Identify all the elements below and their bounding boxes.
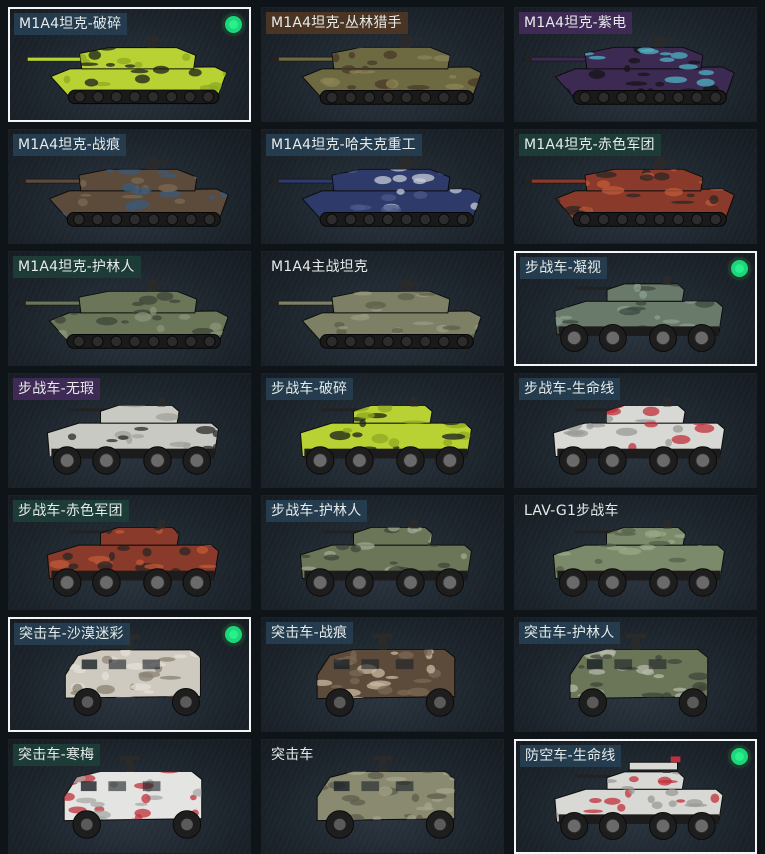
- skin-tile[interactable]: M1A4坦克-破碎: [8, 7, 251, 122]
- skin-tile[interactable]: M1A4坦克-哈夫克重工: [261, 129, 504, 244]
- skin-name: 步战车-生命线: [519, 378, 621, 400]
- skin-tile[interactable]: 突击车: [261, 739, 504, 854]
- skin-name: 步战车-凝视: [520, 257, 608, 279]
- skin-tile[interactable]: M1A4坦克-护林人: [8, 251, 251, 366]
- skin-tile[interactable]: M1A4坦克-战痕: [8, 129, 251, 244]
- skin-name: M1A4坦克-哈夫克重工: [266, 134, 422, 156]
- equipped-indicator-icon: [225, 16, 242, 33]
- skin-name: 突击车-战痕: [266, 622, 354, 644]
- skin-name: 突击车: [271, 747, 314, 763]
- skin-grid: M1A4坦克-破碎 M1A4坦克-丛林猎手 M1A4坦克-紫电 M1A4坦克-战痕 M1…: [0, 0, 765, 854]
- skin-tile[interactable]: 突击车-沙漠迷彩: [8, 617, 251, 732]
- skin-name: 突击车-沙漠迷彩: [14, 623, 130, 645]
- equipped-indicator-icon: [225, 626, 242, 643]
- skin-name: 步战车-赤色军团: [13, 500, 129, 522]
- skin-tile[interactable]: M1A4坦克-紫电: [514, 7, 757, 122]
- skin-tile[interactable]: 突击车-寒梅: [8, 739, 251, 854]
- skin-name: M1A4主战坦克: [271, 259, 369, 275]
- skin-name: 步战车-破碎: [266, 378, 354, 400]
- skin-tile[interactable]: 步战车-护林人: [261, 495, 504, 610]
- skin-name: M1A4坦克-战痕: [13, 134, 127, 156]
- skin-name: M1A4坦克-丛林猎手: [266, 12, 408, 34]
- skin-tile[interactable]: 突击车-战痕: [261, 617, 504, 732]
- skin-name: 防空车-生命线: [520, 745, 622, 767]
- skin-name: M1A4坦克-护林人: [13, 256, 141, 278]
- skin-name: 突击车-护林人: [519, 622, 621, 644]
- equipped-indicator-icon: [731, 260, 748, 277]
- skin-name: 步战车-护林人: [266, 500, 368, 522]
- skin-tile[interactable]: 突击车-护林人: [514, 617, 757, 732]
- skin-tile[interactable]: M1A4坦克-丛林猎手: [261, 7, 504, 122]
- skin-tile[interactable]: LAV-G1步战车: [514, 495, 757, 610]
- skin-name: LAV-G1步战车: [524, 503, 619, 519]
- skin-tile[interactable]: M1A4主战坦克: [261, 251, 504, 366]
- skin-tile[interactable]: 步战车-赤色军团: [8, 495, 251, 610]
- skin-tile[interactable]: 防空车-生命线: [514, 739, 757, 854]
- skin-tile[interactable]: 步战车-生命线: [514, 373, 757, 488]
- skin-name: 步战车-无瑕: [13, 378, 101, 400]
- skin-tile[interactable]: 步战车-破碎: [261, 373, 504, 488]
- skin-tile[interactable]: M1A4坦克-赤色军团: [514, 129, 757, 244]
- skin-name: 突击车-寒梅: [13, 744, 101, 766]
- skin-name: M1A4坦克-破碎: [14, 13, 128, 35]
- skin-tile[interactable]: 步战车-凝视: [514, 251, 757, 366]
- skin-name: M1A4坦克-赤色军团: [519, 134, 661, 156]
- skin-tile[interactable]: 步战车-无瑕: [8, 373, 251, 488]
- equipped-indicator-icon: [731, 748, 748, 765]
- skin-name: M1A4坦克-紫电: [519, 12, 633, 34]
